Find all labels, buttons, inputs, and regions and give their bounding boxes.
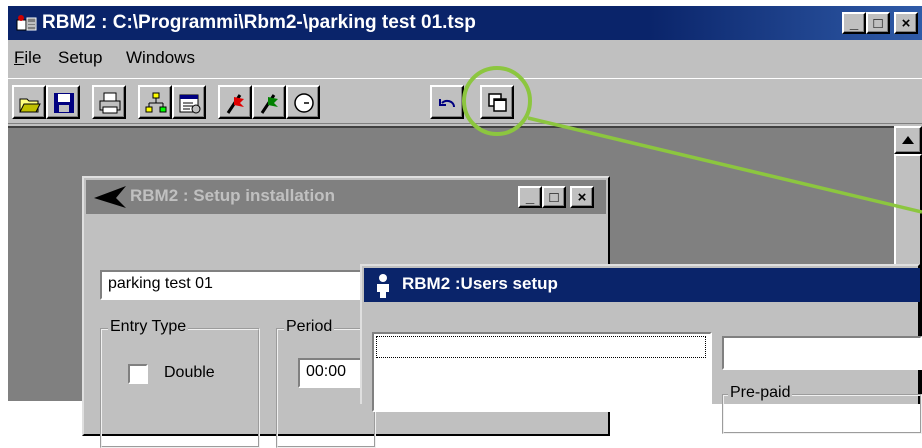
annotation-callout-line [527,116,922,214]
